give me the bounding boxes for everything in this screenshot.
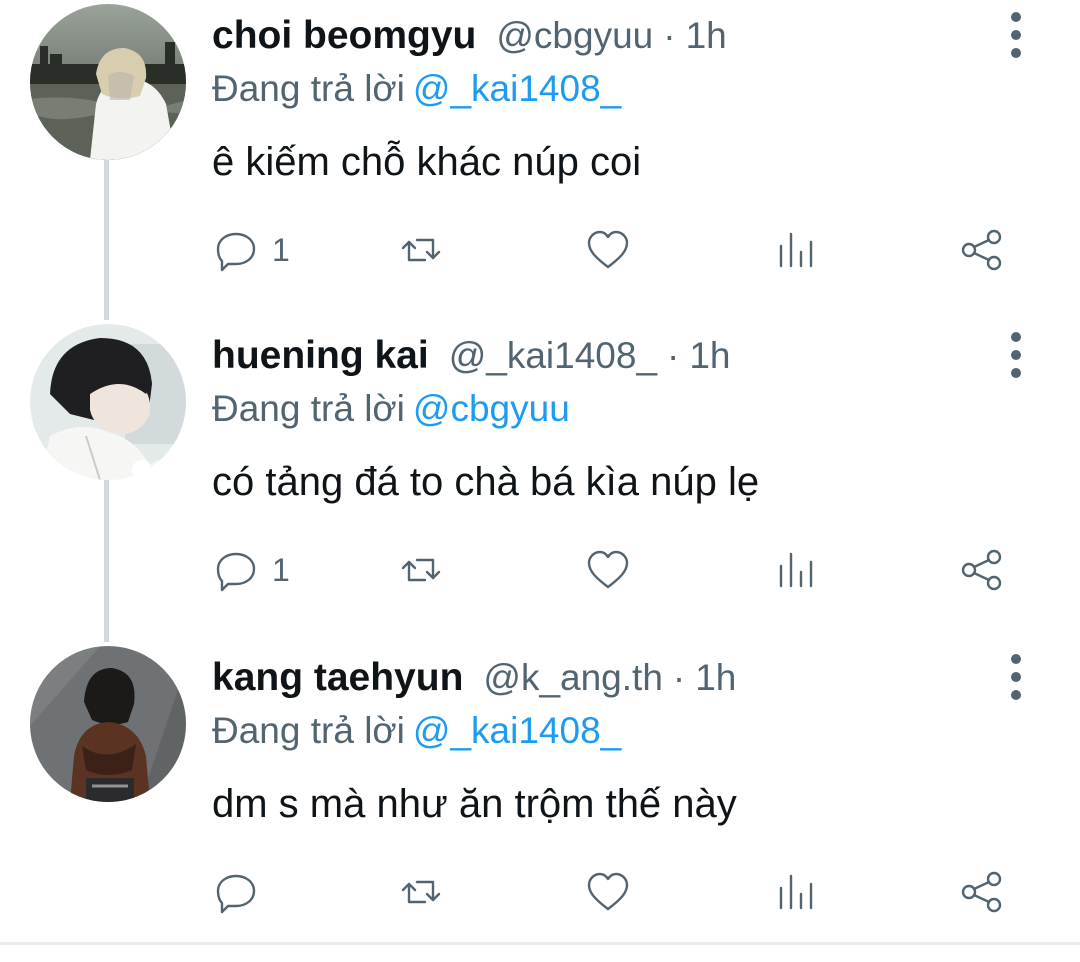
tweet-text: dm s mà như ăn trộm thế này xyxy=(212,782,737,826)
display-name[interactable]: kang taehyun xyxy=(212,656,463,700)
views-icon xyxy=(779,552,813,588)
share-button[interactable] xyxy=(960,220,1004,280)
replying-to-label: Đang trả lời xyxy=(212,388,405,429)
tweet[interactable]: huening kai @_kai1408_ · 1h Đang trả lời… xyxy=(0,320,1080,640)
avatar[interactable] xyxy=(30,324,186,480)
reply-button[interactable]: 1 xyxy=(214,540,290,600)
tweet-header: kang taehyun @k_ang.th · 1h xyxy=(212,656,736,700)
timestamp[interactable]: 1h xyxy=(689,335,730,377)
retweet-icon xyxy=(401,238,441,262)
retweet-icon xyxy=(401,558,441,582)
share-icon xyxy=(961,549,1002,591)
avatar-image xyxy=(30,324,186,480)
action-bar: 1 xyxy=(0,540,1080,600)
retweet-icon xyxy=(401,880,441,904)
share-button[interactable] xyxy=(960,862,1004,922)
retweet-button[interactable] xyxy=(399,862,443,922)
reply-count: 1 xyxy=(272,551,290,588)
user-handle[interactable]: @k_ang.th xyxy=(483,657,663,699)
mention-link[interactable]: @cbgyuu xyxy=(413,388,570,429)
views-button[interactable] xyxy=(775,220,819,280)
views-icon xyxy=(779,232,813,268)
mention-link[interactable]: @_kai1408_ xyxy=(413,68,621,109)
reply-button[interactable] xyxy=(214,862,272,922)
reply-icon xyxy=(216,552,256,592)
user-handle[interactable]: @cbgyuu xyxy=(496,15,653,57)
display-name[interactable]: choi beomgyu xyxy=(212,14,476,58)
like-button[interactable] xyxy=(586,220,630,280)
tweet-header: huening kai @_kai1408_ · 1h xyxy=(212,334,731,378)
replying-to-label: Đang trả lời xyxy=(212,710,405,751)
avatar[interactable] xyxy=(30,646,186,802)
views-icon xyxy=(779,874,813,910)
retweet-button[interactable] xyxy=(399,220,443,280)
tweet[interactable]: kang taehyun @k_ang.th · 1h Đang trả lời… xyxy=(0,642,1080,962)
reply-icon xyxy=(216,232,256,272)
share-icon xyxy=(961,229,1002,271)
reply-count: 1 xyxy=(272,231,290,268)
like-icon xyxy=(587,230,629,269)
more-icon[interactable] xyxy=(1003,12,1029,58)
user-handle[interactable]: @_kai1408_ xyxy=(449,335,657,377)
avatar[interactable] xyxy=(30,4,186,160)
more-icon[interactable] xyxy=(1003,332,1029,378)
replying-to: Đang trả lời @cbgyuu xyxy=(212,388,570,430)
like-button[interactable] xyxy=(586,540,630,600)
replying-to-label: Đang trả lời xyxy=(212,68,405,109)
like-button[interactable] xyxy=(586,862,630,922)
separator-dot: · xyxy=(667,335,680,376)
action-bar xyxy=(0,862,1080,922)
like-icon xyxy=(587,550,629,589)
views-button[interactable] xyxy=(775,540,819,600)
replying-to: Đang trả lời @_kai1408_ xyxy=(212,68,621,110)
separator-dot: · xyxy=(663,15,676,56)
tweet[interactable]: choi beomgyu @cbgyuu · 1h Đang trả lời @_… xyxy=(0,0,1080,320)
avatar-image xyxy=(30,646,186,802)
more-icon[interactable] xyxy=(1003,654,1029,700)
avatar-image xyxy=(30,4,186,160)
tweet-header: choi beomgyu @cbgyuu · 1h xyxy=(212,14,727,58)
tweet-text: ê kiếm chỗ khác núp coi xyxy=(212,140,642,184)
reply-button[interactable]: 1 xyxy=(214,220,290,280)
retweet-button[interactable] xyxy=(399,540,443,600)
mention-link[interactable]: @_kai1408_ xyxy=(413,710,621,751)
action-bar: 1 xyxy=(0,220,1080,280)
timestamp[interactable]: 1h xyxy=(686,15,727,57)
tweet-text: có tảng đá to chà bá kìa núp lẹ xyxy=(212,460,760,504)
like-icon xyxy=(587,872,629,911)
reply-icon xyxy=(216,874,256,914)
display-name[interactable]: huening kai xyxy=(212,334,429,378)
separator-dot: · xyxy=(672,657,686,698)
share-icon xyxy=(961,871,1002,913)
views-button[interactable] xyxy=(775,862,819,922)
timestamp[interactable]: 1h xyxy=(695,657,736,699)
replying-to: Đang trả lời @_kai1408_ xyxy=(212,710,621,752)
share-button[interactable] xyxy=(960,540,1004,600)
